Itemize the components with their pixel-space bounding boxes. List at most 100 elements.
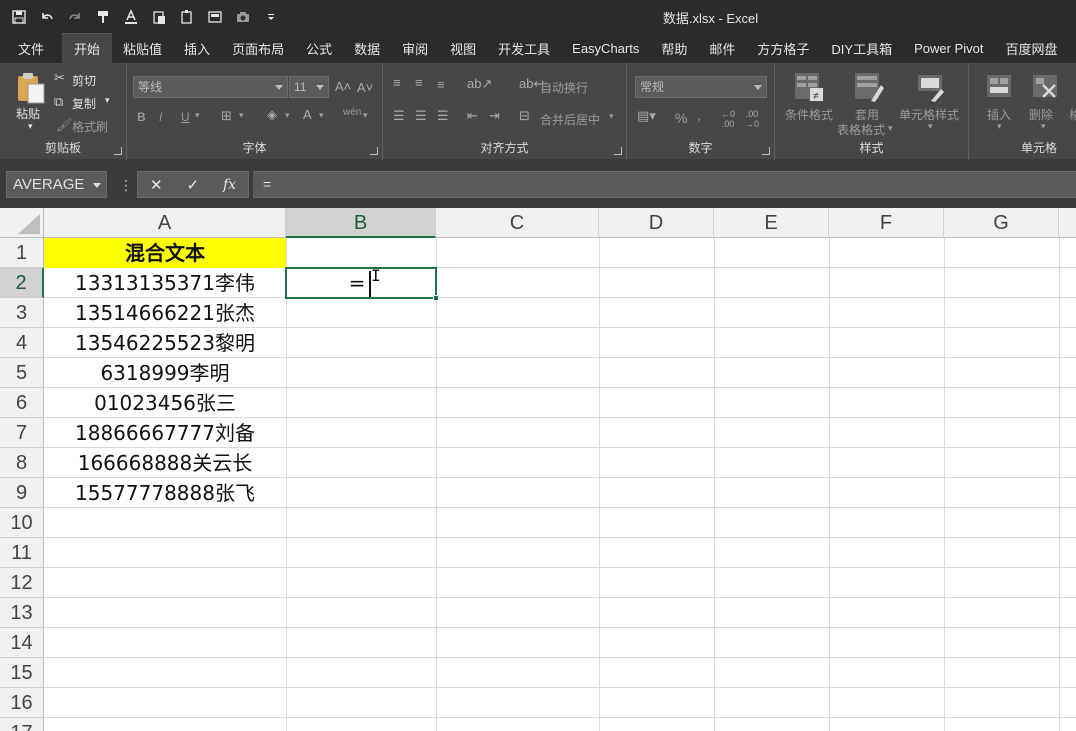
align-center-icon[interactable]: ☰ <box>415 108 427 124</box>
conditional-formatting-icon[interactable]: ≠ <box>793 71 825 108</box>
formula-input[interactable]: = <box>253 171 1076 198</box>
row-header-3[interactable]: 3 <box>0 298 44 328</box>
cell-styles-dropdown-icon[interactable]: ▾ <box>928 121 933 132</box>
delete-cells-icon[interactable] <box>1029 71 1061 108</box>
row-header-1[interactable]: 1 <box>0 238 44 268</box>
format-painter-button[interactable]: 格式刷 <box>72 118 108 135</box>
font-color-dropdown-icon[interactable]: ▾ <box>319 110 324 121</box>
paste-button[interactable]: 粘贴 <box>16 105 40 122</box>
tab-insert[interactable]: 插入 <box>173 33 221 63</box>
active-cell-b2[interactable]: = <box>285 267 439 301</box>
column-header-c[interactable]: C <box>436 208 599 238</box>
paste-dropdown-icon[interactable]: ▾ <box>28 121 33 132</box>
row-header-8[interactable]: 8 <box>0 448 44 478</box>
increase-indent-icon[interactable]: ⇥ <box>489 108 500 124</box>
insert-function-icon[interactable]: fx <box>223 177 236 193</box>
tab-mail[interactable]: 邮件 <box>698 33 746 63</box>
tab-data[interactable]: 数据 <box>343 33 391 63</box>
phonetic-guide-button[interactable]: wén <box>343 107 361 118</box>
merge-center-button[interactable]: 合并后居中 <box>540 111 600 128</box>
underline-button[interactable]: U <box>181 110 190 124</box>
column-header-g[interactable]: G <box>944 208 1059 238</box>
cut-button[interactable]: 剪切 <box>72 72 96 89</box>
copy-button[interactable]: 复制 <box>72 95 96 112</box>
row-header-9[interactable]: 9 <box>0 478 44 508</box>
row-header-4[interactable]: 4 <box>0 328 44 358</box>
format-painter-icon[interactable]: 🖌 <box>56 117 73 133</box>
tab-home[interactable]: 开始 <box>62 33 113 63</box>
row-header-13[interactable]: 13 <box>0 598 44 628</box>
grow-font-icon[interactable]: A˄ <box>335 79 351 94</box>
tab-file[interactable]: 文件 <box>0 33 62 63</box>
align-bottom-icon[interactable]: ≡ <box>437 77 445 92</box>
orientation-icon[interactable]: ab↗ <box>467 76 492 92</box>
align-right-icon[interactable]: ☰ <box>437 108 449 124</box>
row-header-2[interactable]: 2 <box>0 268 44 298</box>
tab-diy-toolbox[interactable]: DIY工具箱 <box>820 33 903 63</box>
cell-styles-icon[interactable] <box>915 71 947 108</box>
conditional-formatting-button[interactable]: 条件格式 <box>785 106 833 123</box>
cell-a2[interactable]: 13313135371李伟 <box>44 268 286 298</box>
merge-center-icon[interactable]: ⊟ <box>519 108 530 124</box>
cell-a8[interactable]: 166668888关云长 <box>44 448 286 478</box>
alignment-launcher-icon[interactable] <box>614 147 622 155</box>
merge-dropdown-icon[interactable]: ▾ <box>609 111 614 122</box>
font-color-icon[interactable]: A <box>303 107 312 122</box>
format-cells-button[interactable]: 格 <box>1069 106 1076 123</box>
tab-paste-values[interactable]: 粘贴值 <box>112 33 173 63</box>
format-as-table-button-line2[interactable]: 表格格式 <box>837 121 885 138</box>
fill-color-dropdown-icon[interactable]: ▾ <box>285 110 290 121</box>
tab-formulas[interactable]: 公式 <box>295 33 343 63</box>
italic-button[interactable]: I <box>159 110 162 124</box>
tab-baidu-netdisk[interactable]: 百度网盘 <box>994 33 1068 63</box>
tab-power-pivot[interactable]: Power Pivot <box>903 33 994 63</box>
copy-icon[interactable]: ⧉ <box>54 94 63 110</box>
cell-a6[interactable]: 01023456张三 <box>44 388 286 418</box>
accounting-format-icon[interactable]: ▤▾ <box>637 108 656 124</box>
cell-b2-editor[interactable]: = <box>287 269 435 297</box>
cell-a5[interactable]: 6318999李明 <box>44 358 286 388</box>
tab-developer[interactable]: 开发工具 <box>487 33 561 63</box>
row-header-12[interactable]: 12 <box>0 568 44 598</box>
cell-a4[interactable]: 13546225523黎明 <box>44 328 286 358</box>
row-header-17[interactable]: 17 <box>0 718 44 731</box>
decrease-decimal-icon[interactable]: .00 →0 <box>745 109 759 129</box>
row-header-10[interactable]: 10 <box>0 508 44 538</box>
clipboard-launcher-icon[interactable] <box>114 147 122 155</box>
formula-bar-grip-icon[interactable]: ⋮ <box>119 177 133 194</box>
row-header-5[interactable]: 5 <box>0 358 44 388</box>
enter-icon[interactable]: ✓ <box>186 176 199 194</box>
number-launcher-icon[interactable] <box>762 147 770 155</box>
bold-button[interactable]: B <box>137 110 146 124</box>
tab-easycharts[interactable]: EasyCharts <box>561 33 650 63</box>
cell-a1[interactable]: 混合文本 <box>44 238 286 268</box>
fill-color-icon[interactable]: ◈ <box>267 107 277 123</box>
phonetic-dropdown-icon[interactable]: ▾ <box>363 110 368 121</box>
tab-fangfanggezi[interactable]: 方方格子 <box>746 33 820 63</box>
column-header-e[interactable]: E <box>714 208 829 238</box>
wrap-text-button[interactable]: 自动换行 <box>540 79 588 96</box>
cancel-icon[interactable]: ✕ <box>150 176 163 194</box>
row-header-7[interactable]: 7 <box>0 418 44 448</box>
decrease-indent-icon[interactable]: ⇤ <box>467 108 478 124</box>
increase-decimal-icon[interactable]: ←0.00 <box>721 109 735 129</box>
fill-handle[interactable] <box>433 295 439 301</box>
column-header-d[interactable]: D <box>599 208 714 238</box>
shrink-font-icon[interactable]: A˅ <box>357 80 373 95</box>
number-format-box[interactable]: 常规 <box>635 76 767 98</box>
column-header-a[interactable]: A <box>44 208 286 238</box>
format-as-table-dropdown-icon[interactable]: ▾ <box>888 123 893 134</box>
row-header-6[interactable]: 6 <box>0 388 44 418</box>
align-top-icon[interactable]: ≡ <box>393 75 401 90</box>
format-as-table-icon[interactable] <box>853 71 885 108</box>
tab-help[interactable]: 帮助 <box>650 33 698 63</box>
column-header-b[interactable]: B <box>286 208 436 238</box>
align-middle-icon[interactable]: ≡ <box>415 75 423 90</box>
cell-a7[interactable]: 18866667777刘备 <box>44 418 286 448</box>
comma-style-button[interactable]: , <box>697 107 701 123</box>
font-name-box[interactable]: 等线 <box>133 76 288 98</box>
copy-dropdown-icon[interactable]: ▾ <box>105 95 110 106</box>
align-left-icon[interactable]: ☰ <box>393 108 405 124</box>
font-size-box[interactable]: 11 <box>289 76 329 98</box>
borders-dropdown-icon[interactable]: ▾ <box>239 110 244 121</box>
